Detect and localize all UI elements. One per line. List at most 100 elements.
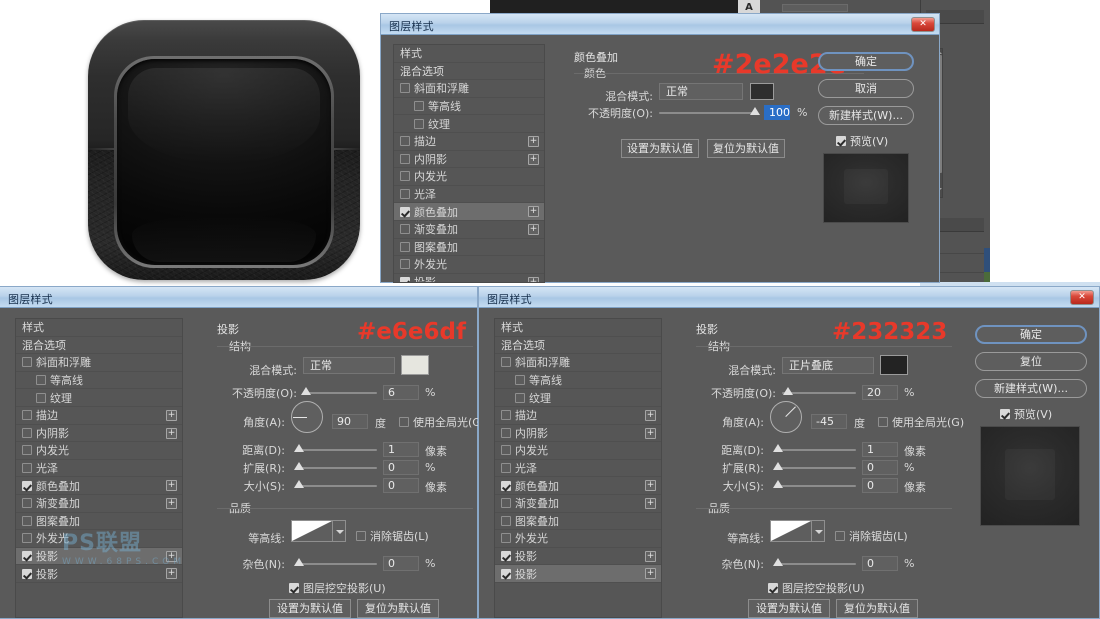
style-list-item-checkbox[interactable] (22, 410, 32, 421)
style-list-item-checkbox[interactable] (22, 357, 32, 368)
style-list-item[interactable]: 斜面和浮雕 (394, 80, 544, 98)
angle-dial-left[interactable] (291, 401, 323, 433)
preview-checkbox-box[interactable] (1000, 409, 1010, 419)
anti-alias-checkbox-box[interactable] (835, 531, 845, 541)
knockout-checkbox-box[interactable] (289, 583, 299, 593)
style-list-item[interactable]: 等高线 (16, 372, 182, 390)
size-value-left[interactable]: 0 (383, 478, 419, 493)
style-list-item[interactable]: 描边 + (16, 407, 182, 425)
anti-alias-checkbox-right[interactable]: 消除锯齿(L) (835, 528, 908, 544)
reset-default-button-left[interactable]: 复位为默认值 (357, 599, 439, 618)
add-effect-plus-icon[interactable]: + (528, 135, 539, 147)
dialog-titlebar[interactable] (0, 287, 477, 308)
spread-slider-knob-left[interactable] (294, 462, 304, 470)
noise-slider-knob-left[interactable] (294, 558, 304, 566)
style-list-item-checkbox[interactable] (400, 224, 410, 235)
style-list-item[interactable]: 颜色叠加 + (495, 477, 661, 495)
style-list-item[interactable]: 颜色叠加 + (16, 477, 182, 495)
set-default-button-right[interactable]: 设置为默认值 (748, 599, 830, 618)
style-list-item-checkbox[interactable] (36, 392, 46, 403)
contour-dropdown-right[interactable] (812, 520, 825, 542)
style-list-item[interactable]: 光泽 (394, 186, 544, 204)
new-style-button-top[interactable]: 新建样式(W)... (818, 106, 914, 125)
style-list-item-checkbox[interactable] (22, 533, 32, 544)
add-effect-plus-icon[interactable]: + (166, 427, 177, 439)
knockout-checkbox-box[interactable] (768, 583, 778, 593)
opacity-value-right[interactable]: 20 (862, 385, 898, 400)
style-list-item-checkbox[interactable] (501, 357, 511, 368)
size-slider-knob-left[interactable] (294, 480, 304, 488)
blend-mode-select-left[interactable]: 正常 (303, 357, 395, 374)
style-list-item[interactable]: 外发光 (16, 530, 182, 548)
reset-default-button-top[interactable]: 复位为默认值 (707, 139, 785, 158)
style-list-item-checkbox[interactable] (400, 277, 410, 282)
spread-slider-knob-right[interactable] (773, 462, 783, 470)
style-list-item[interactable]: 混合选项 (394, 63, 544, 81)
style-list-left[interactable]: 样式 混合选项 斜面和浮雕 等高线 纹理 描边 + 内阴影 + 内发光 光泽 颜色叠加 + 渐变叠加 + 图案… (15, 318, 183, 618)
style-list-item[interactable]: 内阴影 + (394, 151, 544, 169)
style-list-item[interactable]: 颜色叠加 + (394, 203, 544, 221)
preview-checkbox-top[interactable]: 预览(V) (836, 133, 888, 149)
style-list-item-checkbox[interactable] (22, 551, 32, 562)
style-list-item[interactable]: 光泽 (495, 460, 661, 478)
style-list-item-checkbox[interactable] (36, 375, 46, 386)
distance-slider-left[interactable] (297, 449, 377, 451)
distance-slider-knob-right[interactable] (773, 444, 783, 452)
noise-value-right[interactable]: 0 (862, 556, 898, 571)
add-effect-plus-icon[interactable]: + (166, 480, 177, 492)
opacity-slider-knob-top[interactable] (750, 107, 760, 115)
style-list-item[interactable]: 内阴影 + (495, 425, 661, 443)
anti-alias-checkbox-box[interactable] (356, 531, 366, 541)
add-effect-plus-icon[interactable]: + (645, 497, 656, 509)
style-list-item-checkbox[interactable] (414, 101, 424, 112)
style-list-item[interactable]: 投影 + (495, 565, 661, 583)
size-slider-knob-right[interactable] (773, 480, 783, 488)
preview-checkbox-right[interactable]: 预览(V) (1000, 406, 1052, 422)
color-swatch-right[interactable] (880, 355, 908, 375)
style-list-item[interactable]: 渐变叠加 + (394, 221, 544, 239)
style-list-item-checkbox[interactable] (501, 480, 511, 491)
style-list-item-checkbox[interactable] (501, 427, 511, 438)
style-list-item[interactable]: 等高线 (495, 372, 661, 390)
style-list-item[interactable]: 投影 + (16, 565, 182, 583)
style-list-item-checkbox[interactable] (400, 83, 410, 94)
style-list-item-checkbox[interactable] (400, 136, 410, 147)
reset-button-right[interactable]: 复位 (975, 352, 1087, 371)
size-slider-left[interactable] (297, 485, 377, 487)
style-list-item-checkbox[interactable] (501, 515, 511, 526)
style-list-item[interactable]: 内阴影 + (16, 425, 182, 443)
distance-slider-knob-left[interactable] (294, 444, 304, 452)
style-list-item[interactable]: 纹理 (16, 389, 182, 407)
style-list-item-checkbox[interactable] (22, 445, 32, 456)
style-list-item[interactable]: 内发光 (16, 442, 182, 460)
style-list-item-checkbox[interactable] (515, 375, 525, 386)
style-list-item-checkbox[interactable] (501, 463, 511, 474)
blend-mode-select-top[interactable]: 正常 (659, 83, 743, 100)
opacity-value-left[interactable]: 6 (383, 385, 419, 400)
add-effect-plus-icon[interactable]: + (528, 223, 539, 235)
style-list-item[interactable]: 图案叠加 (16, 513, 182, 531)
noise-value-left[interactable]: 0 (383, 556, 419, 571)
contour-preview-left[interactable] (291, 520, 333, 542)
set-default-button-top[interactable]: 设置为默认值 (621, 139, 699, 158)
add-effect-plus-icon[interactable]: + (645, 568, 656, 580)
spread-slider-right[interactable] (776, 467, 856, 469)
style-list-item-checkbox[interactable] (22, 427, 32, 438)
style-list-item-checkbox[interactable] (501, 533, 511, 544)
style-list-item[interactable]: 外发光 (394, 256, 544, 274)
opacity-slider-left[interactable] (303, 392, 377, 394)
style-list-item-checkbox[interactable] (22, 515, 32, 526)
style-list-right[interactable]: 样式 混合选项 斜面和浮雕 等高线 纹理 描边 + 内阴影 + 内发光 光泽 颜色叠加 + 渐变叠加 + 图案… (494, 318, 662, 618)
style-list-item[interactable]: 混合选项 (495, 337, 661, 355)
global-light-checkbox-right[interactable]: 使用全局光(G) (878, 414, 964, 430)
ok-button-right[interactable]: 确定 (975, 325, 1087, 344)
style-list-item-checkbox[interactable] (400, 206, 410, 217)
reset-default-button-right[interactable]: 复位为默认值 (836, 599, 918, 618)
add-effect-plus-icon[interactable]: + (528, 276, 539, 282)
set-default-button-left[interactable]: 设置为默认值 (269, 599, 351, 618)
knockout-checkbox-left[interactable]: 图层挖空投影(U) (289, 580, 386, 596)
opacity-slider-right[interactable] (782, 392, 856, 394)
layer-style-dialog-top[interactable]: 图层样式 ✕ 样式 混合选项 斜面和浮雕 等高线 纹理 描边 + 内阴影 + 内发光 光泽 颜色叠加 +… (380, 13, 940, 283)
knockout-checkbox-right[interactable]: 图层挖空投影(U) (768, 580, 865, 596)
style-list-item[interactable]: 等高线 (394, 98, 544, 116)
